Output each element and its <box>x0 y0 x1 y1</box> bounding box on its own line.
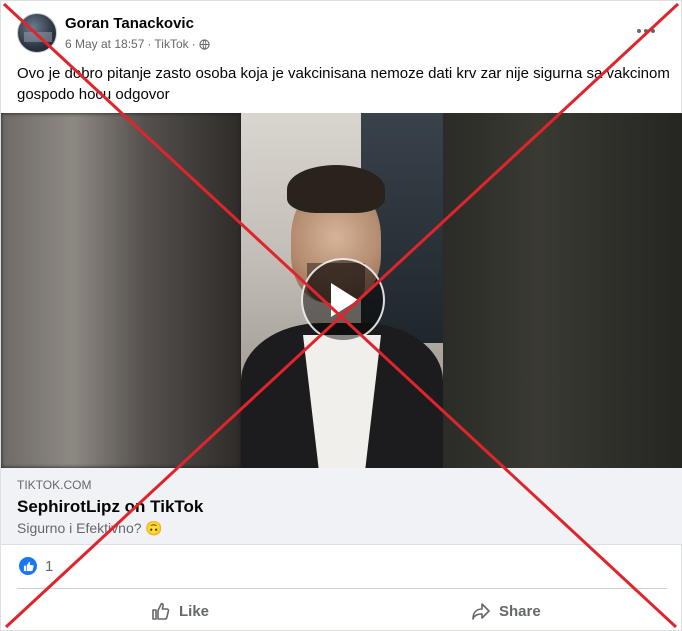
link-title[interactable]: SephirotLipz on TikTok <box>17 497 203 517</box>
like-reaction-icon <box>19 557 37 575</box>
video-preview[interactable] <box>1 113 682 468</box>
post-source: TikTok <box>154 37 189 51</box>
like-reaction-glyph <box>23 561 34 571</box>
meta-separator: · <box>191 37 196 51</box>
share-arrow-icon <box>472 603 490 620</box>
share-label: Share <box>499 602 541 620</box>
like-label: Like <box>179 602 210 620</box>
reaction-count: 1 <box>45 557 54 575</box>
more-dot <box>637 29 641 33</box>
play-icon[interactable] <box>301 258 385 342</box>
play-triangle <box>331 283 358 317</box>
globe-icon[interactable] <box>198 38 210 50</box>
thumbs-up-icon <box>152 602 170 620</box>
post-meta: 6 May at 18:57 · TikTok · <box>65 37 210 51</box>
action-divider <box>17 588 667 589</box>
facebook-post: Goran Tanackovic 6 May at 18:57 · TikTok… <box>0 0 682 631</box>
author-name[interactable]: Goran Tanackovic <box>65 15 194 32</box>
post-text: Ovo je dobro pitanje zasto osoba koja je… <box>17 65 670 103</box>
link-description: Sigurno i Efektivno? 🙃 <box>17 520 163 536</box>
share-button[interactable]: Share <box>471 595 541 627</box>
video-person-hair <box>287 165 385 213</box>
author-avatar[interactable] <box>17 13 57 53</box>
meta-separator: · <box>147 37 152 51</box>
more-options-icon[interactable] <box>637 27 657 35</box>
post-date[interactable]: 6 May at 18:57 <box>65 37 144 51</box>
reaction-summary[interactable]: 1 <box>19 557 53 575</box>
more-dot <box>651 29 655 33</box>
link-domain: TIKTOK.COM <box>17 478 92 492</box>
video-blur-right <box>443 113 682 468</box>
like-button[interactable]: Like <box>151 595 209 627</box>
link-preview[interactable]: TIKTOK.COM SephirotLipz on TikTok Sigurn… <box>1 468 682 545</box>
video-blur-left <box>1 113 241 468</box>
more-dot <box>644 29 648 33</box>
